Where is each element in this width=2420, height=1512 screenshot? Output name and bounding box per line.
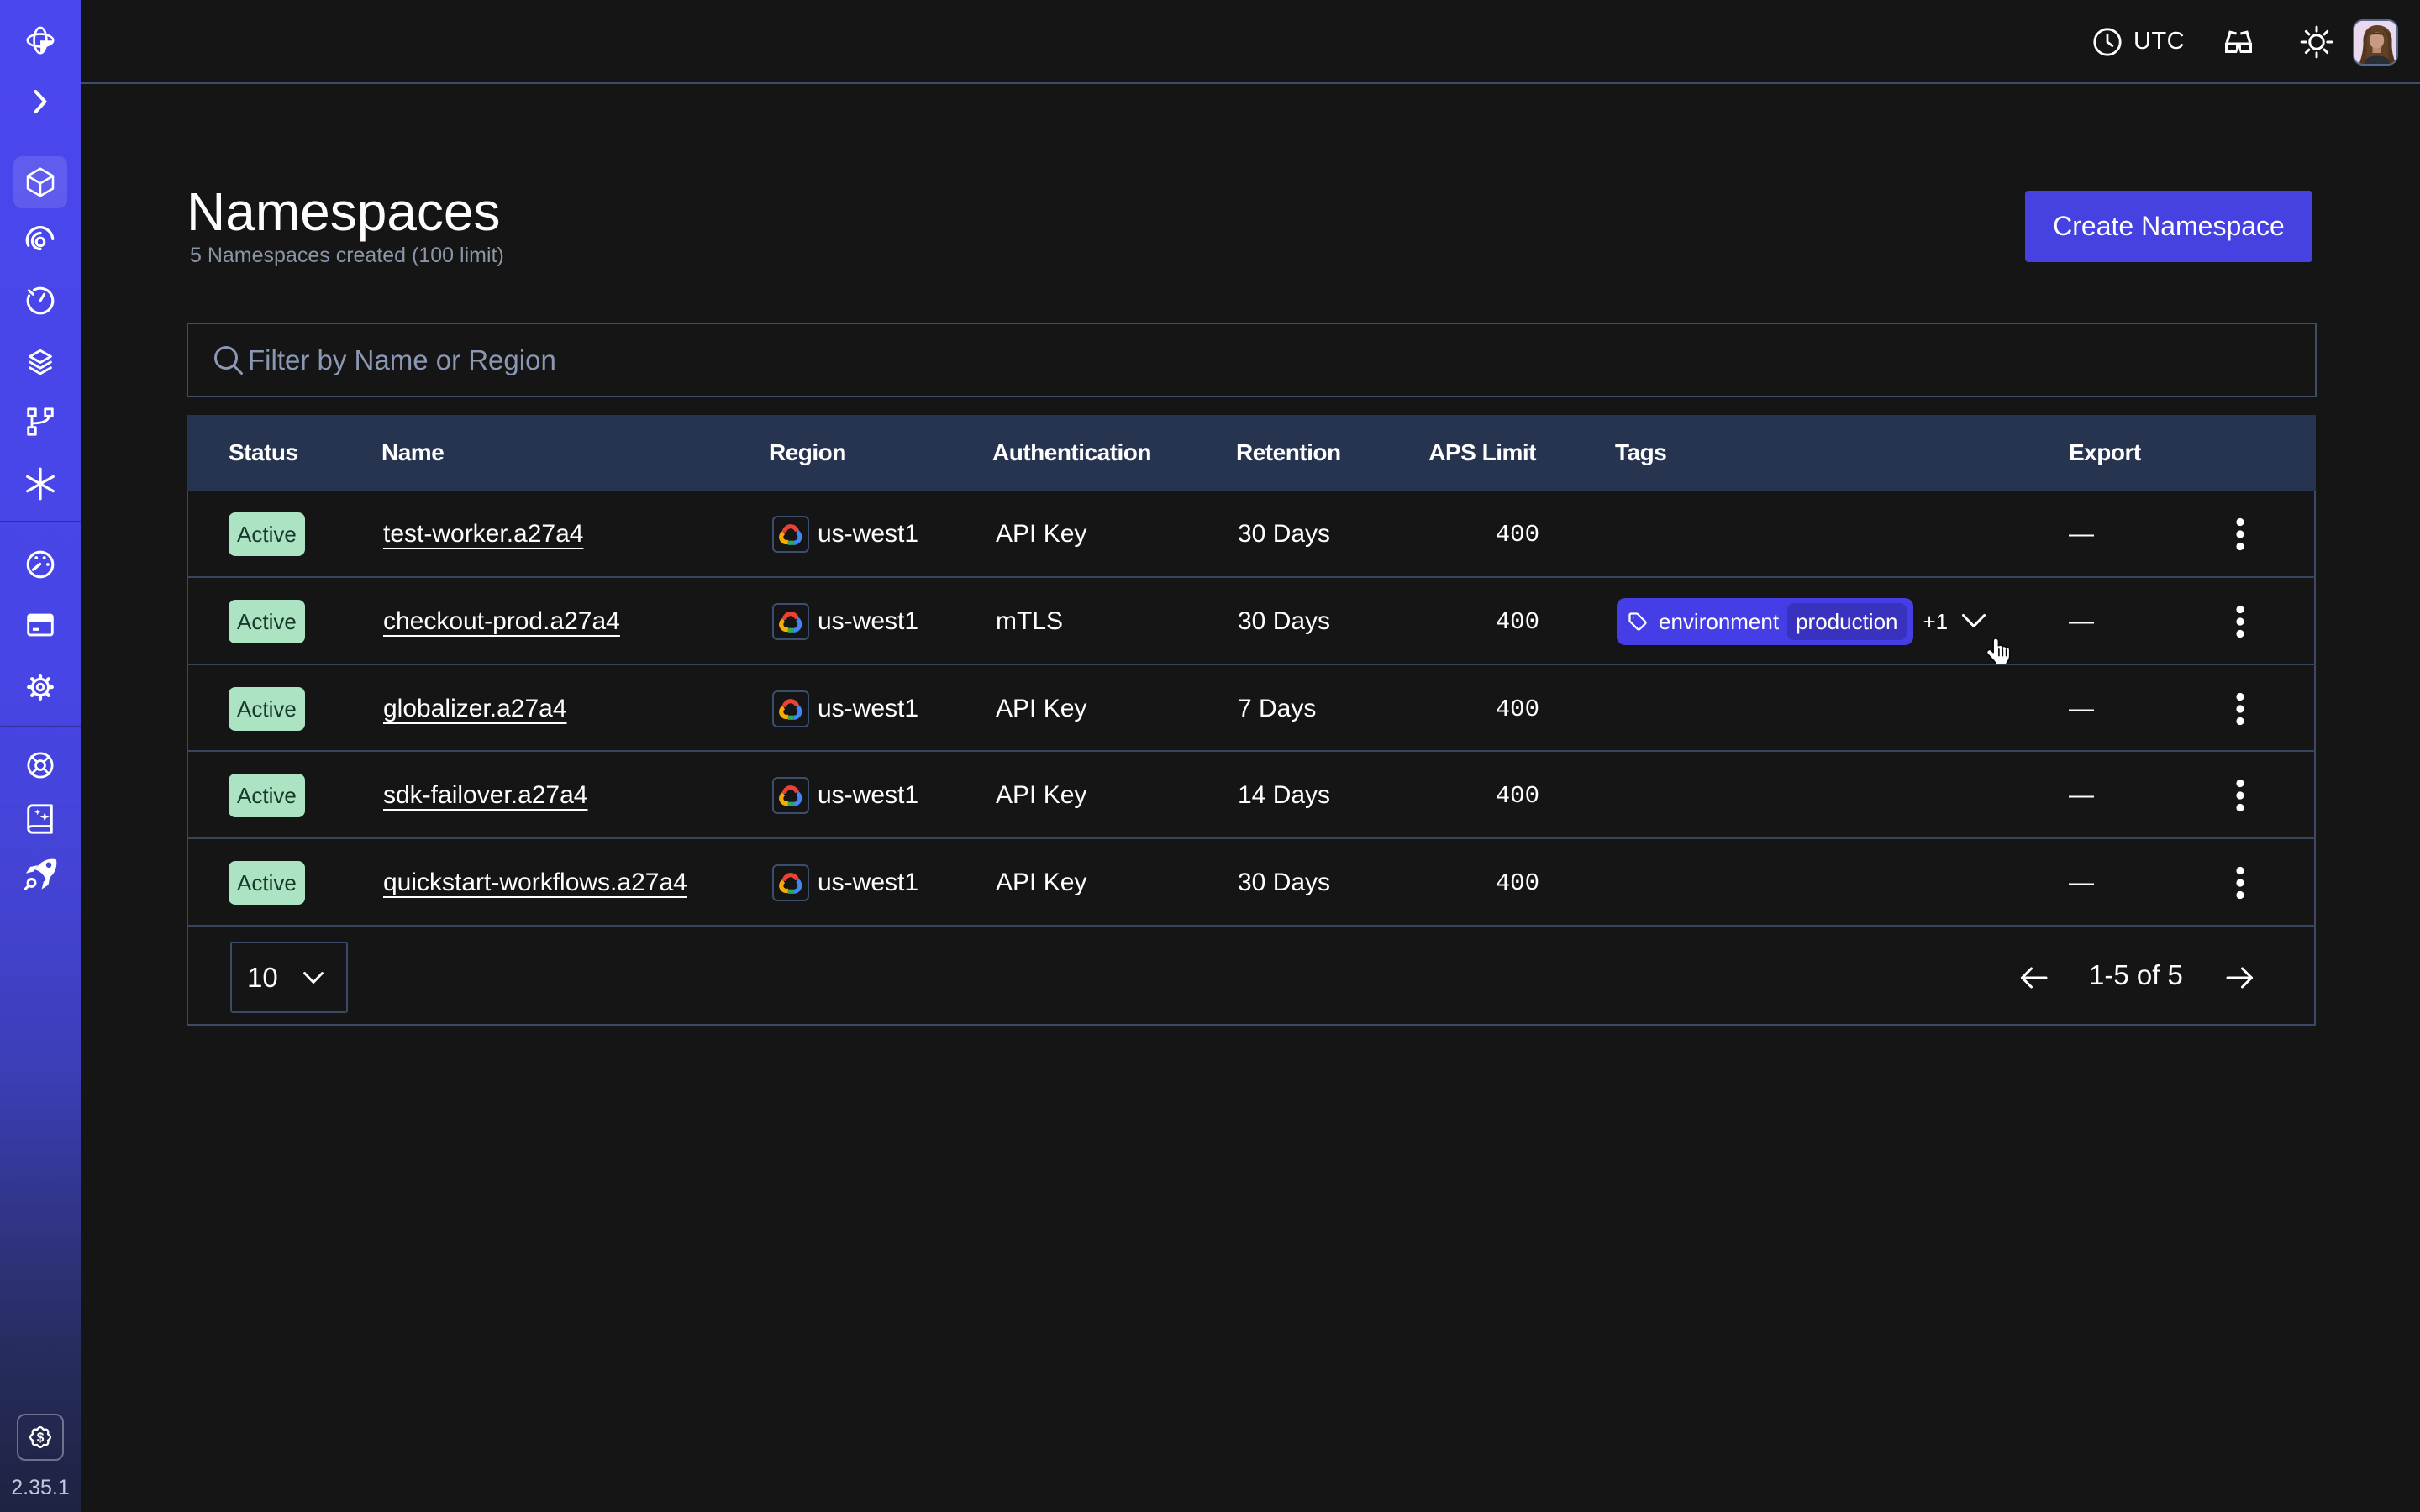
svg-text:$: $ bbox=[37, 1431, 45, 1446]
